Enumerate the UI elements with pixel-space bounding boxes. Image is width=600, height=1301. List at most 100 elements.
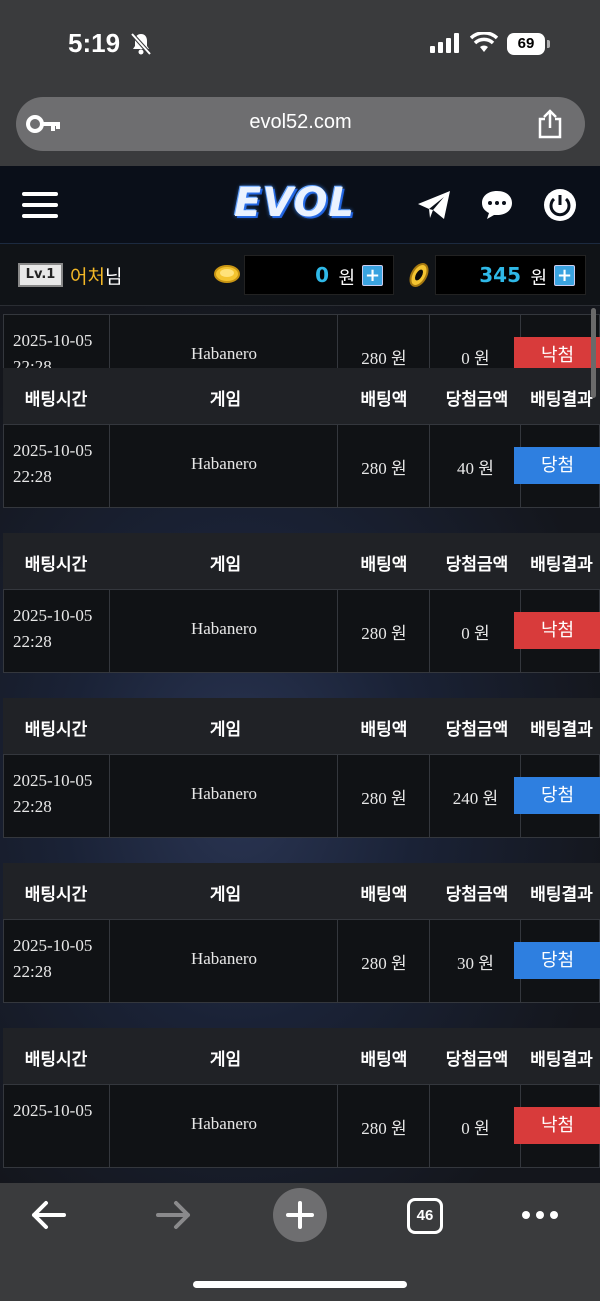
money-balance-box: 0 원 +	[244, 255, 394, 295]
point-convert-button[interactable]: +	[554, 265, 575, 286]
bet-date: 2025-10-05	[13, 771, 93, 790]
bet-record: 배팅시간 게임 배팅액 당첨금액 배팅결과 2025-10-05 22:28 Habanero…	[3, 368, 600, 508]
column-header: 배팅시간	[24, 555, 88, 575]
bet-record: 배팅시간 게임 배팅액 당첨금액 배팅결과 2025-10-05 22:28 Habanero…	[3, 698, 600, 838]
game-name: Habanero	[190, 344, 258, 363]
money-charge-button[interactable]: +	[362, 265, 383, 286]
more-options-icon[interactable]	[522, 1211, 562, 1221]
scrollbar[interactable]	[591, 308, 596, 398]
bet-date: 2025-10-05	[13, 1101, 93, 1120]
user-name: 어처님	[70, 262, 122, 289]
table-row: 2025-10-05 Habanero 280 원 0 원 낙첨	[3, 1084, 600, 1168]
point-unit: 원	[530, 268, 547, 289]
point-amount: 345	[479, 263, 521, 287]
column-header: 배팅액	[360, 720, 408, 740]
power-icon[interactable]	[543, 188, 577, 222]
new-tab-button[interactable]	[273, 1188, 327, 1242]
bet-date: 2025-10-05	[13, 606, 93, 625]
cellular-signal-icon	[430, 33, 459, 53]
bet-result-badge: 낙첨	[514, 612, 600, 649]
column-header: 배팅결과	[530, 390, 593, 410]
column-header: 당첨금액	[445, 390, 509, 410]
column-header: 게임	[209, 885, 242, 905]
status-bar: 5:19 69	[0, 0, 600, 90]
user-name-suffix: 님	[104, 266, 123, 288]
home-indicator	[193, 1281, 407, 1288]
forward-arrow-icon[interactable]	[156, 1199, 192, 1231]
plus-icon	[286, 1201, 314, 1229]
chat-icon[interactable]	[480, 188, 514, 222]
bet-result-badge: 당첨	[514, 942, 600, 979]
table-row: 2025-10-05 22:28 Habanero 280 원 0 원 낙첨	[3, 589, 600, 673]
column-header: 게임	[209, 720, 242, 740]
address-bar[interactable]: evol52.com	[16, 97, 585, 151]
bet-time: 22:28	[13, 797, 52, 816]
status-time: 5:19	[68, 28, 121, 58]
column-header: 배팅시간	[24, 1050, 88, 1070]
win-amount: 240 원	[452, 789, 499, 808]
bet-time: 22:28	[13, 632, 52, 651]
tabs-button[interactable]: 46	[407, 1198, 443, 1234]
share-icon[interactable]	[537, 109, 563, 139]
bet-record: 배팅시간 게임 배팅액 당첨금액 배팅결과 2025-10-05 Habanero 280 원…	[3, 1028, 600, 1168]
win-amount: 0 원	[461, 1119, 490, 1138]
money-amount: 0	[315, 263, 329, 287]
win-amount: 30 원	[457, 954, 494, 973]
column-header: 배팅결과	[530, 1050, 593, 1070]
telegram-icon[interactable]	[416, 188, 452, 222]
column-header: 당첨금액	[445, 555, 509, 575]
money-unit: 원	[338, 268, 355, 289]
column-header: 게임	[209, 390, 242, 410]
bet-amount: 280 원	[361, 1119, 407, 1138]
game-name: Habanero	[190, 784, 258, 803]
wifi-icon	[470, 32, 498, 52]
table-header: 배팅시간 게임 배팅액 당첨금액 배팅결과	[3, 1028, 600, 1084]
battery-indicator: 69	[507, 33, 550, 55]
column-header: 배팅액	[360, 1050, 408, 1070]
menu-icon[interactable]	[22, 192, 58, 218]
bet-date: 2025-10-05	[13, 331, 93, 350]
level-badge: Lv.1	[18, 263, 63, 287]
coin-icon	[214, 265, 240, 283]
bet-amount: 280 원	[361, 459, 407, 478]
game-name: Habanero	[190, 454, 258, 473]
bet-result-badge: 당첨	[514, 447, 600, 484]
chip-icon	[409, 263, 429, 287]
bet-result-badge: 당첨	[514, 777, 600, 814]
bet-date: 2025-10-05	[13, 441, 93, 460]
site-logo[interactable]: EVOL	[234, 180, 355, 226]
table-row: 2025-10-05 22:28 Habanero 280 원 240 원 당첨	[3, 754, 600, 838]
table-header: 배팅시간 게임 배팅액 당첨금액 배팅결과	[3, 368, 600, 424]
bet-amount: 280 원	[361, 789, 407, 808]
column-header: 배팅결과	[530, 720, 593, 740]
table-row: 2025-10-05 22:28 Habanero 280 원 40 원 당첨	[3, 424, 600, 508]
table-row: 2025-10-05 22:28 Habanero 280 원 30 원 당첨	[3, 919, 600, 1003]
browser-toolbar: 46	[0, 1183, 600, 1301]
game-name: Habanero	[190, 1114, 258, 1133]
bet-amount: 280 원	[361, 349, 407, 368]
column-header: 배팅액	[360, 555, 408, 575]
bet-time: 22:28	[13, 962, 52, 981]
column-header: 배팅액	[360, 885, 408, 905]
bet-time: 22:28	[13, 467, 52, 486]
user-info-bar: Lv.1 어처님 0 원 + 345 원 +	[0, 244, 600, 306]
column-header: 배팅시간	[24, 390, 88, 410]
column-header: 게임	[209, 1050, 242, 1070]
bell-muted-icon	[130, 32, 152, 56]
point-balance-box: 345 원 +	[435, 255, 586, 295]
game-name: Habanero	[190, 619, 258, 638]
win-amount: 0 원	[461, 349, 490, 368]
win-amount: 40 원	[457, 459, 494, 478]
column-header: 배팅시간	[24, 720, 88, 740]
table-header: 배팅시간 게임 배팅액 당첨금액 배팅결과	[3, 698, 600, 754]
bet-amount: 280 원	[361, 954, 407, 973]
back-arrow-icon[interactable]	[30, 1199, 66, 1231]
bet-record: 배팅시간 게임 배팅액 당첨금액 배팅결과 2025-10-05 22:28 Habanero…	[3, 863, 600, 1003]
table-header: 배팅시간 게임 배팅액 당첨금액 배팅결과	[3, 863, 600, 919]
column-header: 배팅결과	[530, 555, 593, 575]
column-header: 당첨금액	[445, 885, 509, 905]
bet-history-list[interactable]: 2025-10-05 22:28 Habanero 280 원0 원 낙첨 배팅시간 게임 배…	[0, 306, 600, 1184]
column-header: 배팅시간	[24, 885, 88, 905]
url-text[interactable]: evol52.com	[16, 111, 585, 134]
bet-result-badge: 낙첨	[514, 1107, 600, 1144]
